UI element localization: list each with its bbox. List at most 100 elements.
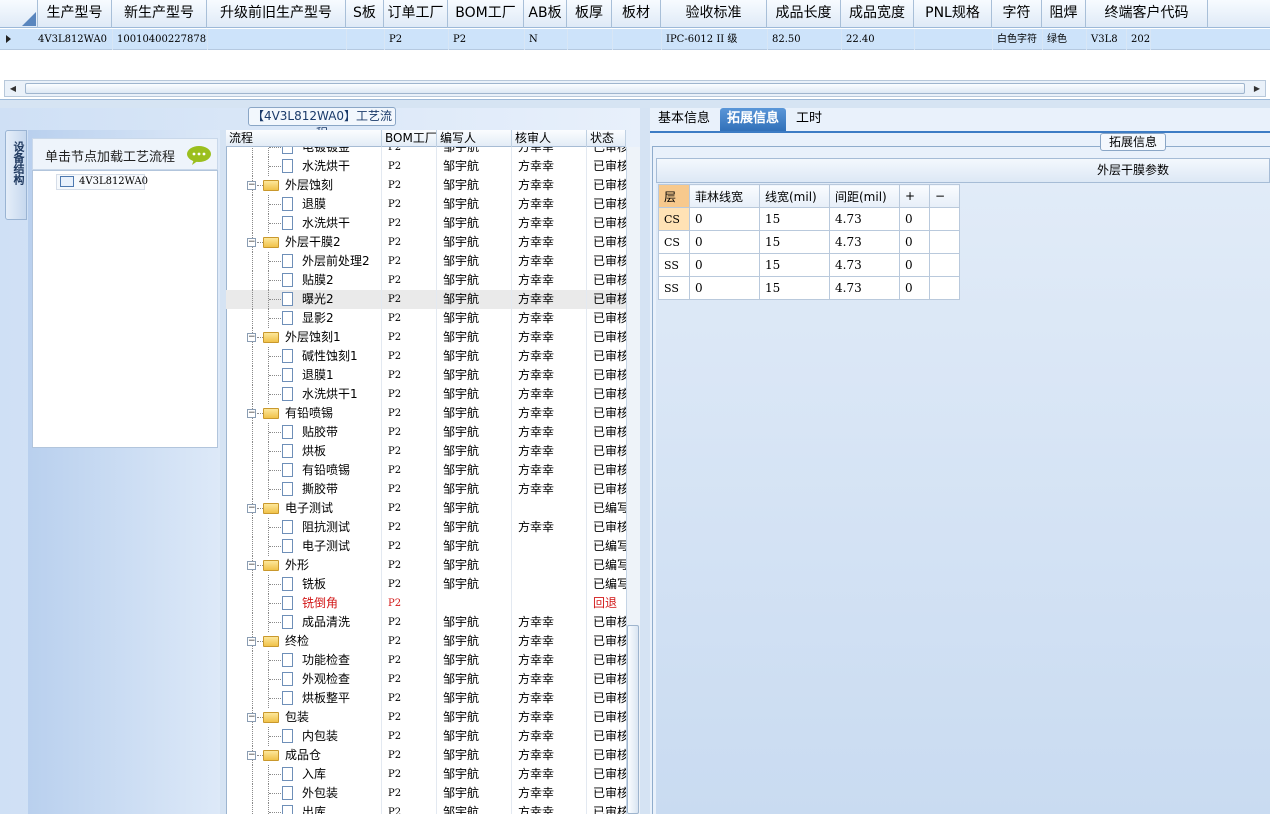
- collapse-toggle-icon[interactable]: −: [247, 561, 256, 570]
- remove-row-button[interactable]: −: [929, 184, 960, 208]
- col-bom-factory[interactable]: BOM工厂: [382, 130, 437, 147]
- grid-column-header[interactable]: 验收标准: [661, 0, 767, 28]
- tree-row[interactable]: − 包装 P2 邹宇航 方幸幸 已审核: [226, 708, 626, 727]
- tree-row[interactable]: 水洗烘干1 P2 邹宇航 方幸幸 已审核: [226, 385, 626, 404]
- grid-cell[interactable]: 82.50: [768, 29, 842, 50]
- tree-row[interactable]: 外包装 P2 邹宇航 方幸幸 已审核: [226, 784, 626, 803]
- spacing-cell[interactable]: 4.73: [829, 230, 900, 254]
- vertical-scrollbar-thumb[interactable]: [627, 625, 639, 814]
- grid-cell[interactable]: [347, 29, 385, 50]
- collapse-toggle-icon[interactable]: −: [247, 333, 256, 342]
- minus-cell[interactable]: [929, 230, 960, 254]
- grid-cell[interactable]: IPC-6012 II 级: [662, 29, 768, 50]
- film-width-cell[interactable]: 0: [689, 276, 760, 300]
- grid-column-header[interactable]: 成品宽度: [841, 0, 914, 28]
- tree-row[interactable]: 曝光2 P2 邹宇航 方幸幸 已审核: [226, 290, 626, 309]
- grid-column-header[interactable]: AB板: [524, 0, 567, 28]
- tree-row[interactable]: 撕胶带 P2 邹宇航 方幸幸 已审核: [226, 480, 626, 499]
- tree-row[interactable]: 碱性蚀刻1 P2 邹宇航 方幸幸 已审核: [226, 347, 626, 366]
- tree-row[interactable]: − 有铅喷锡 P2 邹宇航 方幸幸 已审核: [226, 404, 626, 423]
- param-col-spacing[interactable]: 间距(mil): [829, 184, 900, 208]
- grid-column-header[interactable]: 成品长度: [767, 0, 841, 28]
- col-reviewer[interactable]: 核审人: [512, 130, 587, 147]
- param-col-film-width[interactable]: 菲林线宽: [689, 184, 760, 208]
- layer-cell[interactable]: CS: [658, 230, 690, 254]
- grid-column-header[interactable]: PNL规格: [914, 0, 992, 28]
- grid-column-header[interactable]: 板材: [612, 0, 661, 28]
- plus-cell[interactable]: 0: [899, 276, 930, 300]
- spacing-cell[interactable]: 4.73: [829, 276, 900, 300]
- tree-row[interactable]: 显影2 P2 邹宇航 方幸幸 已审核: [226, 309, 626, 328]
- spacing-cell[interactable]: 4.73: [829, 207, 900, 231]
- tree-row[interactable]: 电子测试 P2 邹宇航 已编写: [226, 537, 626, 556]
- params-row[interactable]: SS 0 15 4.73 0: [658, 253, 960, 277]
- collapse-toggle-icon[interactable]: −: [247, 409, 256, 418]
- params-row[interactable]: CS 0 15 4.73 0: [658, 207, 960, 231]
- line-width-cell[interactable]: 15: [759, 230, 830, 254]
- scrollbar-thumb[interactable]: [25, 83, 1245, 94]
- layer-cell[interactable]: SS: [658, 276, 690, 300]
- grid-column-header[interactable]: 字符: [992, 0, 1042, 28]
- outer-dry-film-params-table[interactable]: 层 菲林线宽 线宽(mil) 间距(mil) + − CS 0 15 4.73 0 CS 0…: [658, 184, 960, 300]
- tree-row[interactable]: 铣板 P2 邹宇航 已编写: [226, 575, 626, 594]
- minus-cell[interactable]: [929, 276, 960, 300]
- tree-row[interactable]: 烘板 P2 邹宇航 方幸幸 已审核: [226, 442, 626, 461]
- layer-cell[interactable]: SS: [658, 253, 690, 277]
- grid-column-header[interactable]: 生产型号: [38, 0, 112, 28]
- film-width-cell[interactable]: 0: [689, 230, 760, 254]
- grid-cell[interactable]: [208, 29, 347, 50]
- tree-row[interactable]: 铣倒角 P2 回退: [226, 594, 626, 613]
- film-width-cell[interactable]: 0: [689, 253, 760, 277]
- grid-column-header[interactable]: 升级前旧生产型号: [207, 0, 346, 28]
- tree-row[interactable]: 有铅喷锡 P2 邹宇航 方幸幸 已审核: [226, 461, 626, 480]
- grid-column-header[interactable]: 新生产型号: [112, 0, 207, 28]
- grid-cell[interactable]: [568, 29, 613, 50]
- grid-cell[interactable]: 4V3L812WA0: [0, 29, 113, 50]
- tree-row[interactable]: 出库 P2 邹宇航 方幸幸 已审核: [226, 803, 626, 814]
- col-status[interactable]: 状态: [587, 130, 626, 147]
- line-width-cell[interactable]: 15: [759, 207, 830, 231]
- film-width-cell[interactable]: 0: [689, 207, 760, 231]
- grid-cell[interactable]: [915, 29, 993, 50]
- tree-row[interactable]: 退膜 P2 邹宇航 方幸幸 已审核: [226, 195, 626, 214]
- grid-cell[interactable]: 202: [1127, 29, 1152, 50]
- grid-column-header[interactable]: S板: [346, 0, 384, 28]
- tree-row[interactable]: 外观检查 P2 邹宇航 方幸幸 已审核: [226, 670, 626, 689]
- tree-row[interactable]: 外层前处理2 P2 邹宇航 方幸幸 已审核: [226, 252, 626, 271]
- tab-work-hours[interactable]: 工时: [790, 108, 828, 132]
- tree-row[interactable]: 电镀镀金 P2 邹宇航 方幸幸 已审核: [226, 147, 626, 157]
- structure-vertical-tab[interactable]: 设备结构: [5, 130, 27, 220]
- tree-row[interactable]: 烘板整平 P2 邹宇航 方幸幸 已审核: [226, 689, 626, 708]
- tree-row[interactable]: 水洗烘干 P2 邹宇航 方幸幸 已审核: [226, 214, 626, 233]
- grid-column-header[interactable]: 终端客户代码: [1086, 0, 1208, 28]
- tree-row[interactable]: − 成品仓 P2 邹宇航 方幸幸 已审核: [226, 746, 626, 765]
- param-col-line-width[interactable]: 线宽(mil): [759, 184, 830, 208]
- plus-cell[interactable]: 0: [899, 207, 930, 231]
- grid-cell[interactable]: P2: [449, 29, 525, 50]
- plus-cell[interactable]: 0: [899, 230, 930, 254]
- collapse-toggle-icon[interactable]: −: [247, 751, 256, 760]
- add-row-button[interactable]: +: [899, 184, 930, 208]
- collapse-toggle-icon[interactable]: −: [247, 637, 256, 646]
- tab-basic-info[interactable]: 基本信息: [652, 108, 716, 132]
- grid-cell[interactable]: 22.40: [842, 29, 915, 50]
- tree-row[interactable]: − 外形 P2 邹宇航 已编写: [226, 556, 626, 575]
- collapse-toggle-icon[interactable]: −: [247, 504, 256, 513]
- col-flow[interactable]: 流程: [226, 130, 382, 147]
- param-col-layer[interactable]: 层: [658, 184, 690, 208]
- tree-row[interactable]: 成品清洗 P2 邹宇航 方幸幸 已审核: [226, 613, 626, 632]
- horizontal-scrollbar[interactable]: ◀ ▶: [4, 80, 1266, 97]
- grid-data-row[interactable]: 4V3L812WA0 10010400227878 P2 P2 N IPC-6012 II…: [0, 29, 1270, 50]
- params-row[interactable]: SS 0 15 4.73 0: [658, 276, 960, 300]
- horizontal-splitter[interactable]: [0, 100, 1270, 108]
- tree-row[interactable]: − 外层蚀刻1 P2 邹宇航 方幸幸 已审核: [226, 328, 626, 347]
- scroll-right-arrow-icon[interactable]: ▶: [1250, 83, 1264, 95]
- grid-cell[interactable]: [613, 29, 662, 50]
- grid-cell[interactable]: V3L8: [1087, 29, 1127, 50]
- grid-column-header[interactable]: 阻焊: [1042, 0, 1086, 28]
- tree-row[interactable]: 贴胶带 P2 邹宇航 方幸幸 已审核: [226, 423, 626, 442]
- tree-row[interactable]: 内包装 P2 邹宇航 方幸幸 已审核: [226, 727, 626, 746]
- tree-row[interactable]: − 外层干膜2 P2 邹宇航 方幸幸 已审核: [226, 233, 626, 252]
- tree-row[interactable]: 入库 P2 邹宇航 方幸幸 已审核: [226, 765, 626, 784]
- grid-cell[interactable]: 绿色: [1043, 29, 1087, 50]
